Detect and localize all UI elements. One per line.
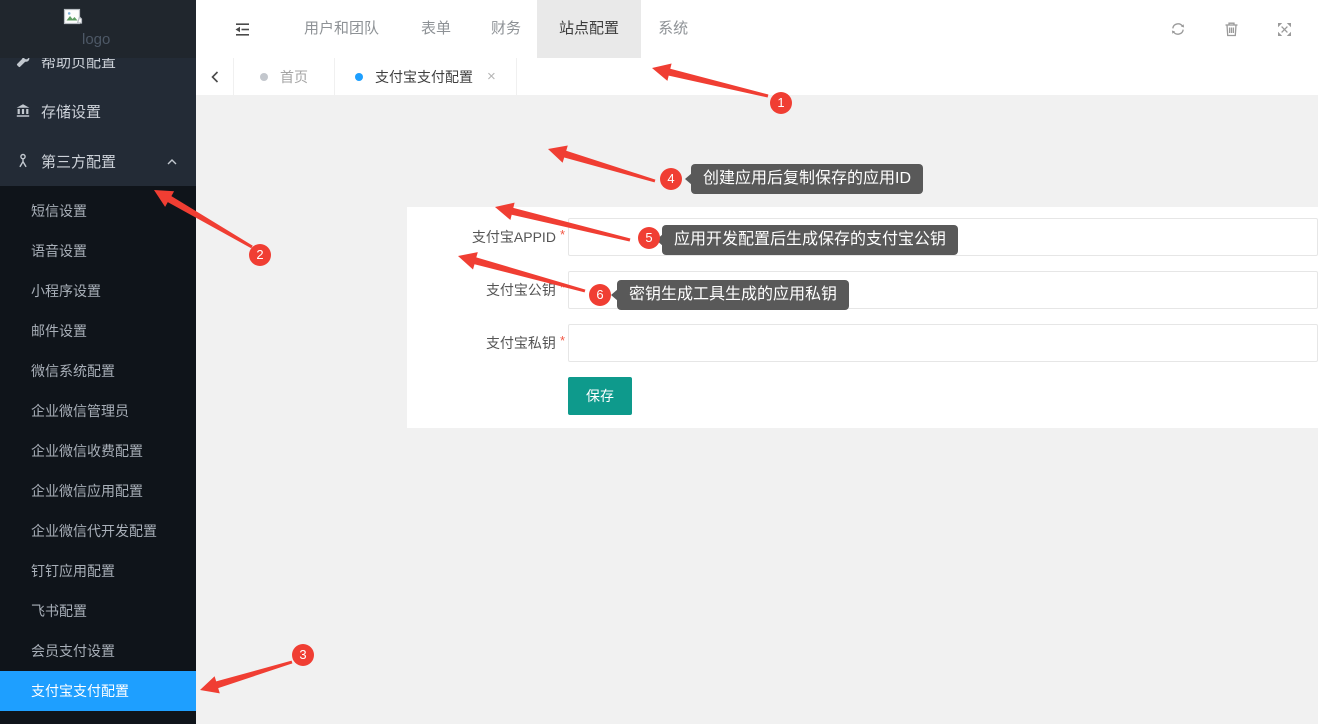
topbar: 用户和团队 表单 财务 站点配置 系统 xyxy=(196,0,1318,58)
tooltip-public-key-hint: 应用开发配置后生成保存的支付宝公钥 xyxy=(662,225,958,255)
sidebar-parent-menu: 帮助页配置 存储设置 第三方配置 xyxy=(0,36,196,186)
sidebar-item-member-pay-settings[interactable]: 会员支付设置 xyxy=(0,631,196,671)
topnav-site-config[interactable]: 站点配置 xyxy=(537,0,641,58)
person-icon xyxy=(14,153,32,169)
field-label-private-key: 支付宝私钥* xyxy=(407,333,565,353)
private-key-input[interactable] xyxy=(568,324,1318,362)
tooltip-caret xyxy=(611,289,618,301)
sidebar-item-label: 存储设置 xyxy=(41,101,101,122)
chevron-left-icon[interactable] xyxy=(196,58,234,95)
broken-image-icon xyxy=(63,8,83,33)
annotation-step-badge-1: 1 xyxy=(770,92,792,114)
sidebar-item-voice-settings[interactable]: 语音设置 xyxy=(0,231,196,271)
field-label-public-key: 支付宝公钥* xyxy=(407,280,565,300)
topbar-actions xyxy=(1132,21,1292,37)
tab-alipay-pay-config[interactable]: 支付宝支付配置 × xyxy=(335,58,517,95)
tab-label: 支付宝支付配置 xyxy=(375,67,473,87)
sidebar: 帮助页配置 存储设置 第三方配置 短信设置 语音设置 小程序设置 xyxy=(0,0,196,724)
sidebar-item-feishu-config[interactable]: 飞书配置 xyxy=(0,591,196,631)
bank-icon xyxy=(14,103,32,119)
annotation-step-badge-3: 3 xyxy=(292,644,314,666)
sidebar-submenu: 短信设置 语音设置 小程序设置 邮件设置 微信系统配置 企业微信管理员 企业微信… xyxy=(0,191,196,711)
sidebar-item-alipay-pay-config[interactable]: 支付宝支付配置 xyxy=(0,671,196,711)
sidebar-item-label: 第三方配置 xyxy=(41,151,116,172)
topnav-users-teams[interactable]: 用户和团队 xyxy=(304,0,379,58)
tab-status-dot xyxy=(260,73,268,81)
topbar-nav: 用户和团队 表单 财务 站点配置 系统 xyxy=(251,0,688,58)
app-window: 帮助页配置 存储设置 第三方配置 短信设置 语音设置 小程序设置 xyxy=(0,0,1318,724)
topnav-finance[interactable]: 财务 xyxy=(491,0,521,58)
sidebar-item-miniprogram-settings[interactable]: 小程序设置 xyxy=(0,271,196,311)
tooltip-appid-hint: 创建应用后复制保存的应用ID xyxy=(691,164,923,194)
sidebar-item-storage-settings[interactable]: 存储设置 xyxy=(0,86,196,136)
logo: logo xyxy=(63,8,83,33)
sidebar-item-wecom-charge-config[interactable]: 企业微信收费配置 xyxy=(0,431,196,471)
sidebar-item-dingtalk-app-config[interactable]: 钉钉应用配置 xyxy=(0,551,196,591)
sidebar-item-sms-settings[interactable]: 短信设置 xyxy=(0,191,196,231)
page-tabs-bar: 首页 支付宝支付配置 × xyxy=(196,58,1318,95)
tab-label: 首页 xyxy=(280,67,308,87)
close-icon[interactable]: × xyxy=(487,68,496,85)
sidebar-item-wechat-system-config[interactable]: 微信系统配置 xyxy=(0,351,196,391)
menu-collapse-icon[interactable] xyxy=(234,22,251,37)
sidebar-logo-header: logo xyxy=(0,0,196,58)
required-asterisk: * xyxy=(560,227,565,242)
save-button[interactable]: 保存 xyxy=(568,377,632,415)
sidebar-item-mail-settings[interactable]: 邮件设置 xyxy=(0,311,196,351)
trash-icon[interactable] xyxy=(1224,21,1239,37)
form-item-private-key: 支付宝私钥* xyxy=(407,324,1318,362)
annotation-step-badge-6: 6 xyxy=(589,284,611,306)
sidebar-item-wecom-app-config[interactable]: 企业微信应用配置 xyxy=(0,471,196,511)
field-label-appid: 支付宝APPID* xyxy=(407,227,565,247)
required-asterisk: * xyxy=(560,333,565,348)
annotation-step-badge-4: 4 xyxy=(660,168,682,190)
tooltip-private-key-hint: 密钥生成工具生成的应用私钥 xyxy=(617,280,849,310)
chevron-up-icon xyxy=(166,155,178,172)
tab-status-dot xyxy=(355,73,363,81)
sidebar-item-third-party-config[interactable]: 第三方配置 xyxy=(0,136,196,186)
logo-alt-text: logo xyxy=(82,31,110,48)
annotation-step-badge-2: 2 xyxy=(249,244,271,266)
tooltip-caret xyxy=(685,173,692,185)
required-asterisk: * xyxy=(560,280,565,295)
topnav-system[interactable]: 系统 xyxy=(658,0,688,58)
sidebar-item-wecom-dev-config[interactable]: 企业微信代开发配置 xyxy=(0,511,196,551)
topnav-forms[interactable]: 表单 xyxy=(421,0,451,58)
form-item-public-key: 支付宝公钥* xyxy=(407,271,1318,309)
form-actions: 保存 xyxy=(568,377,1318,415)
fullscreen-icon[interactable] xyxy=(1277,22,1292,37)
refresh-icon[interactable] xyxy=(1170,21,1186,37)
tab-home[interactable]: 首页 xyxy=(234,58,335,95)
sidebar-item-wecom-admin[interactable]: 企业微信管理员 xyxy=(0,391,196,431)
annotation-step-badge-5: 5 xyxy=(638,227,660,249)
